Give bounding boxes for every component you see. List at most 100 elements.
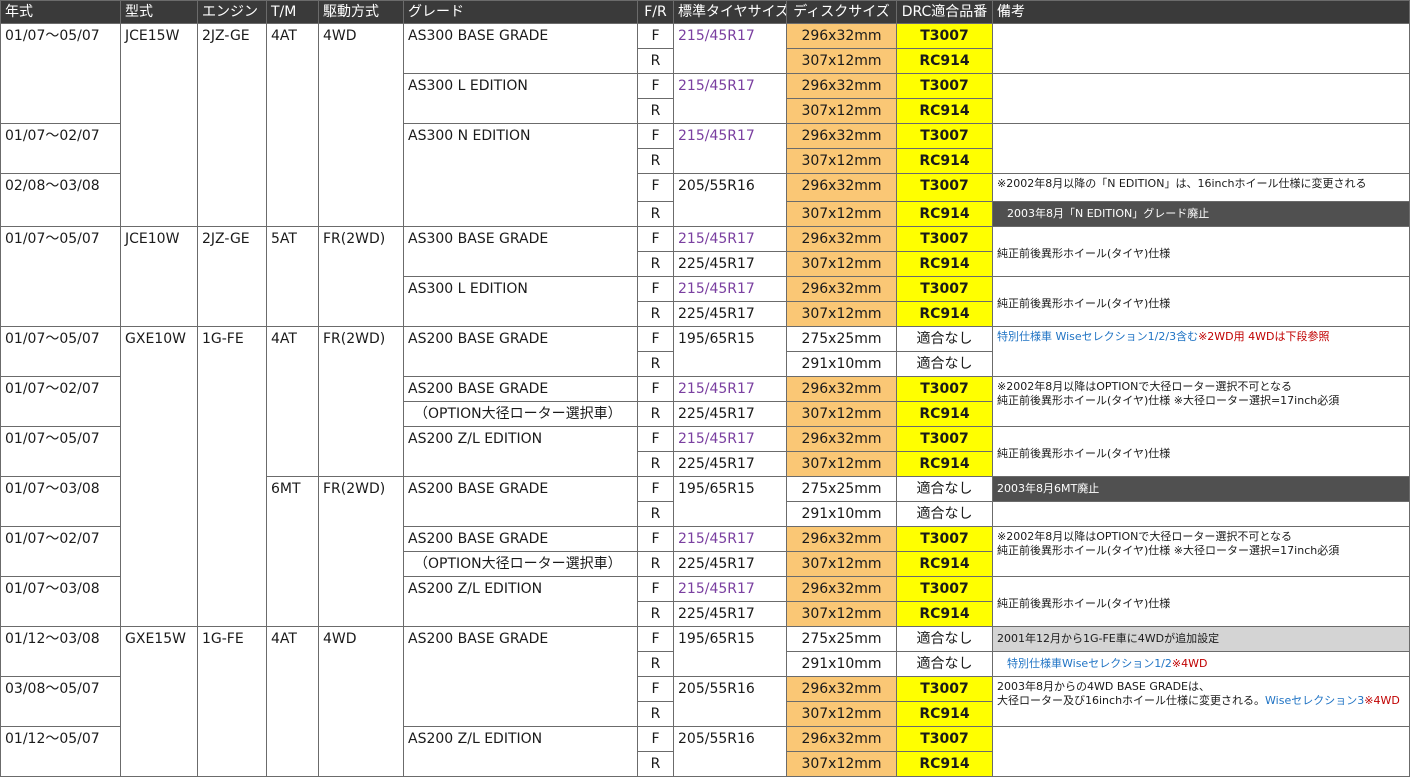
drc-cell: RC914 — [896, 201, 993, 227]
drc-cell: T3007 — [896, 123, 993, 149]
disc-cell: 307x12mm — [786, 251, 897, 277]
fr-cell: F — [637, 476, 674, 502]
header-notes: 備考 — [992, 0, 1410, 24]
tire-cell: 215/45R17 — [673, 576, 787, 602]
year-cell: 01/07～05/07 — [0, 226, 121, 327]
drive-cell: FR(2WD) — [318, 326, 404, 477]
year-cell: 02/08～03/08 — [0, 173, 121, 227]
drc-cell: RC914 — [896, 401, 993, 427]
note-text: 純正前後異形ホイール(タイヤ)仕様 — [997, 447, 1171, 460]
drc-cell: 適合なし — [896, 326, 993, 352]
header-year: 年式 — [0, 0, 121, 24]
disc-cell: 296x32mm — [786, 726, 897, 752]
notes-cell — [992, 501, 1410, 527]
grade-cell: AS300 L EDITION — [403, 73, 638, 124]
note-text: ※4WD — [1364, 694, 1400, 707]
disc-cell: 307x12mm — [786, 98, 897, 124]
grade-cell: AS300 BASE GRADE — [403, 226, 638, 277]
disc-cell: 291x10mm — [786, 351, 897, 377]
grade-cell: AS200 BASE GRADE — [403, 626, 638, 727]
disc-cell: 307x12mm — [786, 301, 897, 327]
year-cell: 01/12～05/07 — [0, 726, 121, 777]
notes-cell: 2001年12月から1G-FE車に4WDが追加設定 — [992, 626, 1410, 652]
tm-cell: 4AT — [266, 326, 319, 477]
grade-cell: AS200 BASE GRADE — [403, 376, 638, 402]
year-cell: 01/07～03/08 — [0, 576, 121, 627]
disc-cell: 307x12mm — [786, 48, 897, 74]
engine-cell: 2JZ-GE — [197, 226, 267, 327]
note-text: 2003年8月からの4WD BASE GRADEは、 — [997, 680, 1211, 693]
drc-cell: T3007 — [896, 426, 993, 452]
grade-cell: AS200 BASE GRADE — [403, 326, 638, 377]
disc-cell: 296x32mm — [786, 526, 897, 552]
drc-cell: T3007 — [896, 173, 993, 202]
drive-cell: FR(2WD) — [318, 226, 404, 327]
notes-cell: 2003年8月からの4WD BASE GRADEは、 大径ローター及び16inch… — [992, 676, 1410, 727]
drc-cell: RC914 — [896, 251, 993, 277]
note-text: 純正前後異形ホイール(タイヤ)仕様 ※大径ローター選択=17inch必須 — [997, 544, 1340, 557]
disc-cell: 307x12mm — [786, 401, 897, 427]
fr-cell: F — [637, 123, 674, 149]
notes-cell: 2003年8月「N EDITION」グレード廃止 — [992, 201, 1410, 227]
tire-cell: 195/65R15 — [673, 626, 787, 677]
header-drc: DRC適合品番 — [896, 0, 993, 24]
tire-cell: 195/65R15 — [673, 326, 787, 377]
disc-cell: 307x12mm — [786, 201, 897, 227]
notes-cell: 特別仕様車 Wiseセレクション1/2/3含む※2WD用 4WDは下段参照 — [992, 326, 1410, 377]
drive-cell: FR(2WD) — [318, 476, 404, 627]
drc-cell: T3007 — [896, 726, 993, 752]
tire-cell: 225/45R17 — [673, 401, 787, 427]
disc-cell: 296x32mm — [786, 226, 897, 252]
tire-cell: 205/55R16 — [673, 726, 787, 777]
tire-cell: 215/45R17 — [673, 526, 787, 552]
note-text: ※2WD用 4WDは下段参照 — [1198, 330, 1330, 343]
drc-cell: 適合なし — [896, 626, 993, 652]
tire-cell: 225/45R17 — [673, 301, 787, 327]
fr-cell: R — [637, 351, 674, 377]
fr-cell: R — [637, 751, 674, 777]
tire-cell: 215/45R17 — [673, 23, 787, 74]
disc-cell: 307x12mm — [786, 601, 897, 627]
drc-cell: RC914 — [896, 601, 993, 627]
year-cell: 01/07～03/08 — [0, 476, 121, 527]
drc-cell: RC914 — [896, 451, 993, 477]
table-row: 01/07～05/07 JCE10W 2JZ-GE 5AT FR(2WD) AS… — [0, 226, 1410, 327]
notes-cell: ※2002年8月以降はOPTIONで大径ローター選択不可となる 純正前後異形ホイー… — [992, 376, 1410, 427]
fr-cell: R — [637, 251, 674, 277]
notes-cell: ※2002年8月以降はOPTIONで大径ローター選択不可となる 純正前後異形ホイー… — [992, 526, 1410, 577]
model-cell: JCE15W — [120, 23, 198, 227]
disc-cell: 296x32mm — [786, 123, 897, 149]
drc-cell: 適合なし — [896, 476, 993, 502]
tire-cell: 195/65R15 — [673, 476, 787, 527]
drc-cell: RC914 — [896, 701, 993, 727]
tm-cell: 5AT — [266, 226, 319, 327]
drc-cell: T3007 — [896, 73, 993, 99]
fr-cell: F — [637, 73, 674, 99]
note-text: 純正前後異形ホイール(タイヤ)仕様 ※大径ローター選択=17inch必須 — [997, 394, 1340, 407]
disc-cell: 275x25mm — [786, 326, 897, 352]
tm-cell: 4AT — [266, 626, 319, 777]
tm-cell: 4AT — [266, 23, 319, 227]
grade-cell: AS200 BASE GRADE — [403, 526, 638, 552]
drc-cell: T3007 — [896, 526, 993, 552]
tm-cell: 6MT — [266, 476, 319, 627]
year-cell: 01/07～05/07 — [0, 326, 121, 377]
drive-cell: 4WD — [318, 23, 404, 227]
tire-cell: 225/45R17 — [673, 551, 787, 577]
disc-cell: 275x25mm — [786, 626, 897, 652]
tire-cell: 215/45R17 — [673, 376, 787, 402]
disc-cell: 296x32mm — [786, 173, 897, 202]
tire-cell: 205/55R16 — [673, 676, 787, 727]
note-text: ※2002年8月以降の「N EDITION」は、16inchホイール仕様に変更さ… — [997, 177, 1367, 190]
grade-cell: AS200 Z/L EDITION — [403, 726, 638, 777]
note-text: Wiseセレクション3 — [1265, 694, 1365, 707]
year-cell: 01/07～02/07 — [0, 123, 121, 174]
grade-cell: （OPTION大径ローター選択車） — [403, 401, 638, 427]
disc-cell: 307x12mm — [786, 701, 897, 727]
disc-cell: 296x32mm — [786, 426, 897, 452]
header-row: 年式 型式 エンジン T/M 駆動方式 グレード F/R 標準タイヤサイズ ディ… — [0, 0, 1410, 24]
note-text: 純正前後異形ホイール(タイヤ)仕様 — [997, 297, 1171, 310]
tire-cell: 225/45R17 — [673, 601, 787, 627]
drc-cell: RC914 — [896, 148, 993, 174]
grade-cell: AS300 L EDITION — [403, 276, 638, 327]
